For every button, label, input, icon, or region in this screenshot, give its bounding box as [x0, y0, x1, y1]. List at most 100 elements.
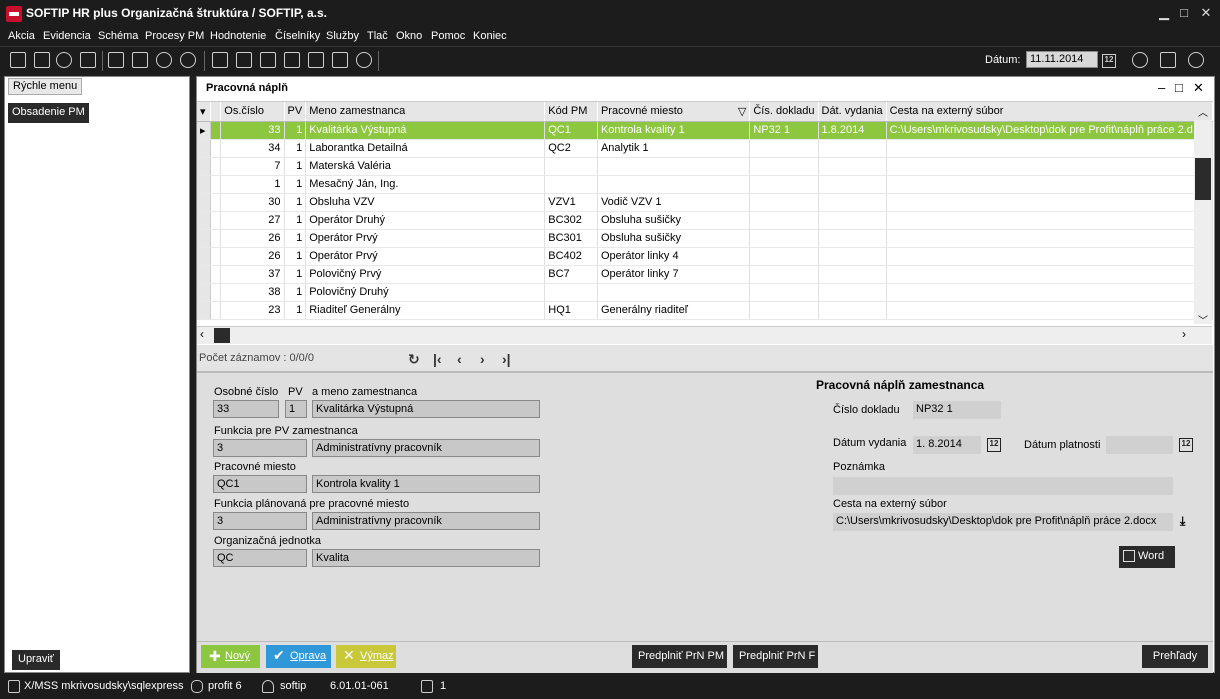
- cell-meno[interactable]: Mesačný Ján, Ing.: [305, 175, 546, 194]
- cell-dat-vydania[interactable]: [818, 301, 887, 320]
- cell-dat-vydania[interactable]: [818, 283, 887, 302]
- list-detail-icon[interactable]: [132, 52, 148, 68]
- calendar-icon[interactable]: 12: [1102, 54, 1116, 68]
- cell-pv[interactable]: 1: [284, 121, 307, 140]
- scroll-right-icon[interactable]: ›: [1182, 327, 1186, 341]
- table-row[interactable]: 38 1 Polovičný Druhý: [197, 283, 1213, 302]
- cell-pv[interactable]: 1: [284, 265, 307, 284]
- cell-cesta[interactable]: [886, 139, 1213, 158]
- field-org-kod[interactable]: QC: [213, 549, 307, 567]
- horizontal-scroll-thumb[interactable]: [214, 328, 230, 343]
- list-icon[interactable]: [108, 52, 124, 68]
- cell-cesta[interactable]: [886, 301, 1213, 320]
- cell-pv[interactable]: 1: [284, 247, 307, 266]
- column-pv[interactable]: PV: [284, 102, 307, 122]
- filter-icon[interactable]: [80, 52, 96, 68]
- cell-cis-dokladu[interactable]: [749, 157, 819, 176]
- quick-menu-header[interactable]: Rýchle menu: [8, 78, 83, 95]
- panel-minimize-button[interactable]: –: [1158, 80, 1165, 95]
- cell-meno[interactable]: Operátor Prvý: [305, 247, 546, 266]
- cell-os-cislo[interactable]: 23: [220, 301, 285, 320]
- refresh-icon[interactable]: ↻: [408, 351, 420, 368]
- cell-pracovne-miesto[interactable]: Operátor linky 4: [597, 247, 751, 266]
- table-row[interactable]: 7 1 Materská Valéria: [197, 157, 1213, 176]
- table-row[interactable]: 26 1 Operátor Prvý BC402 Operátor linky 4: [197, 247, 1213, 266]
- prev-record-icon[interactable]: ‹: [457, 351, 462, 367]
- cell-pracovne-miesto[interactable]: Obsluha sušičky: [597, 229, 751, 248]
- cell-os-cislo[interactable]: 34: [220, 139, 285, 158]
- last-record-icon[interactable]: ›|: [502, 351, 511, 367]
- table-row[interactable]: ▸ 33 1 Kvalitárka Výstupná QC1 Kontrola kvali…: [197, 121, 1213, 140]
- document-icon[interactable]: [308, 52, 324, 68]
- cell-pracovne-miesto[interactable]: Kontrola kvality 1: [597, 121, 751, 140]
- scroll-down-icon[interactable]: ﹀: [1198, 312, 1208, 327]
- cell-os-cislo[interactable]: 27: [220, 211, 285, 230]
- date-input[interactable]: 11.11.2014: [1026, 51, 1098, 68]
- cell-meno[interactable]: Polovičný Druhý: [305, 283, 546, 302]
- gear-icon[interactable]: [180, 52, 196, 68]
- cell-kod-pm[interactable]: QC1: [544, 121, 598, 140]
- column-cesta[interactable]: Cesta na externý súbor: [886, 102, 1213, 122]
- cell-kod-pm[interactable]: [544, 175, 598, 194]
- field-miesto-kod[interactable]: QC1: [213, 475, 307, 493]
- sidebar-item-obsadenie-pm[interactable]: Obsadenie PM: [8, 103, 89, 123]
- row-indicator[interactable]: [197, 229, 212, 248]
- overviews-button[interactable]: Prehľady: [1142, 645, 1208, 668]
- field-meno[interactable]: Kvalitárka Výstupná: [312, 400, 540, 418]
- prefill-prn-f-button[interactable]: Predplniť PrN F: [733, 645, 818, 668]
- cell-pv[interactable]: 1: [284, 157, 307, 176]
- cell-cis-dokladu[interactable]: [749, 193, 819, 212]
- table-row[interactable]: 26 1 Operátor Prvý BC301 Obsluha sušičky: [197, 229, 1213, 248]
- field-datum-platnosti[interactable]: [1106, 436, 1173, 454]
- cell-dat-vydania[interactable]: [818, 157, 887, 176]
- cell-cesta[interactable]: [886, 175, 1213, 194]
- cell-dat-vydania[interactable]: [818, 247, 887, 266]
- attachment-icon[interactable]: [1132, 52, 1148, 68]
- menu-evidencia[interactable]: Evidencia: [43, 30, 91, 42]
- menu-procesy-pm[interactable]: Procesy PM: [145, 30, 204, 42]
- cell-cis-dokladu[interactable]: [749, 229, 819, 248]
- row-indicator[interactable]: ▸: [197, 121, 212, 140]
- cell-os-cislo[interactable]: 38: [220, 283, 285, 302]
- row-indicator[interactable]: [197, 247, 212, 266]
- cell-meno[interactable]: Materská Valéria: [305, 157, 546, 176]
- cell-cis-dokladu[interactable]: [749, 175, 819, 194]
- cell-meno[interactable]: Riaditeľ Generálny: [305, 301, 546, 320]
- menu-tlac[interactable]: Tlač: [367, 30, 388, 42]
- cell-pracovne-miesto[interactable]: Analytik 1: [597, 139, 751, 158]
- cell-cis-dokladu[interactable]: [749, 139, 819, 158]
- row-indicator[interactable]: [197, 283, 212, 302]
- edit-menu-button[interactable]: Upraviť: [12, 650, 60, 670]
- field-poznamka[interactable]: [833, 477, 1173, 495]
- cell-cesta[interactable]: [886, 229, 1213, 248]
- table-row[interactable]: 37 1 Polovičný Prvý BC7 Operátor linky 7: [197, 265, 1213, 284]
- cell-cesta[interactable]: [886, 193, 1213, 212]
- minimize-button[interactable]: ▁: [1154, 4, 1174, 22]
- column-cis-dokladu[interactable]: Čís. dokladu: [749, 102, 819, 122]
- cell-os-cislo[interactable]: 37: [220, 265, 285, 284]
- table-row[interactable]: 1 1 Mesačný Ján, Ing.: [197, 175, 1213, 194]
- cell-cis-dokladu[interactable]: [749, 265, 819, 284]
- field-datum-vydania[interactable]: 1. 8.2014: [913, 436, 981, 454]
- panel-icon[interactable]: [1160, 52, 1176, 68]
- column-meno[interactable]: Meno zamestnanca: [305, 102, 546, 122]
- table-row[interactable]: 30 1 Obsluha VZV VZV1 Vodič VZV 1: [197, 193, 1213, 212]
- cell-cesta[interactable]: C:\Users\mkrivosudsky\Desktop\dok pre Pr…: [886, 121, 1213, 140]
- cell-cis-dokladu[interactable]: [749, 211, 819, 230]
- cell-kod-pm[interactable]: BC7: [544, 265, 598, 284]
- new-button[interactable]: ✚ Nový: [201, 645, 260, 668]
- cell-cis-dokladu[interactable]: [749, 301, 819, 320]
- cell-dat-vydania[interactable]: [818, 193, 887, 212]
- cell-meno[interactable]: Operátor Prvý: [305, 229, 546, 248]
- calendar-icon[interactable]: 12: [1179, 438, 1193, 452]
- cell-meno[interactable]: Kvalitárka Výstupná: [305, 121, 546, 140]
- cell-cesta[interactable]: [886, 247, 1213, 266]
- cell-cis-dokladu[interactable]: [749, 247, 819, 266]
- cell-kod-pm[interactable]: VZV1: [544, 193, 598, 212]
- field-osobne-cislo[interactable]: 33: [213, 400, 279, 418]
- row-indicator[interactable]: [197, 157, 212, 176]
- download-icon[interactable]: ⤓: [1180, 514, 1185, 529]
- field-funkcia-nazov[interactable]: Administratívny pracovník: [312, 439, 540, 457]
- scroll-left-icon[interactable]: ‹: [200, 327, 204, 341]
- edit-button[interactable]: ✔ Oprava: [266, 645, 331, 668]
